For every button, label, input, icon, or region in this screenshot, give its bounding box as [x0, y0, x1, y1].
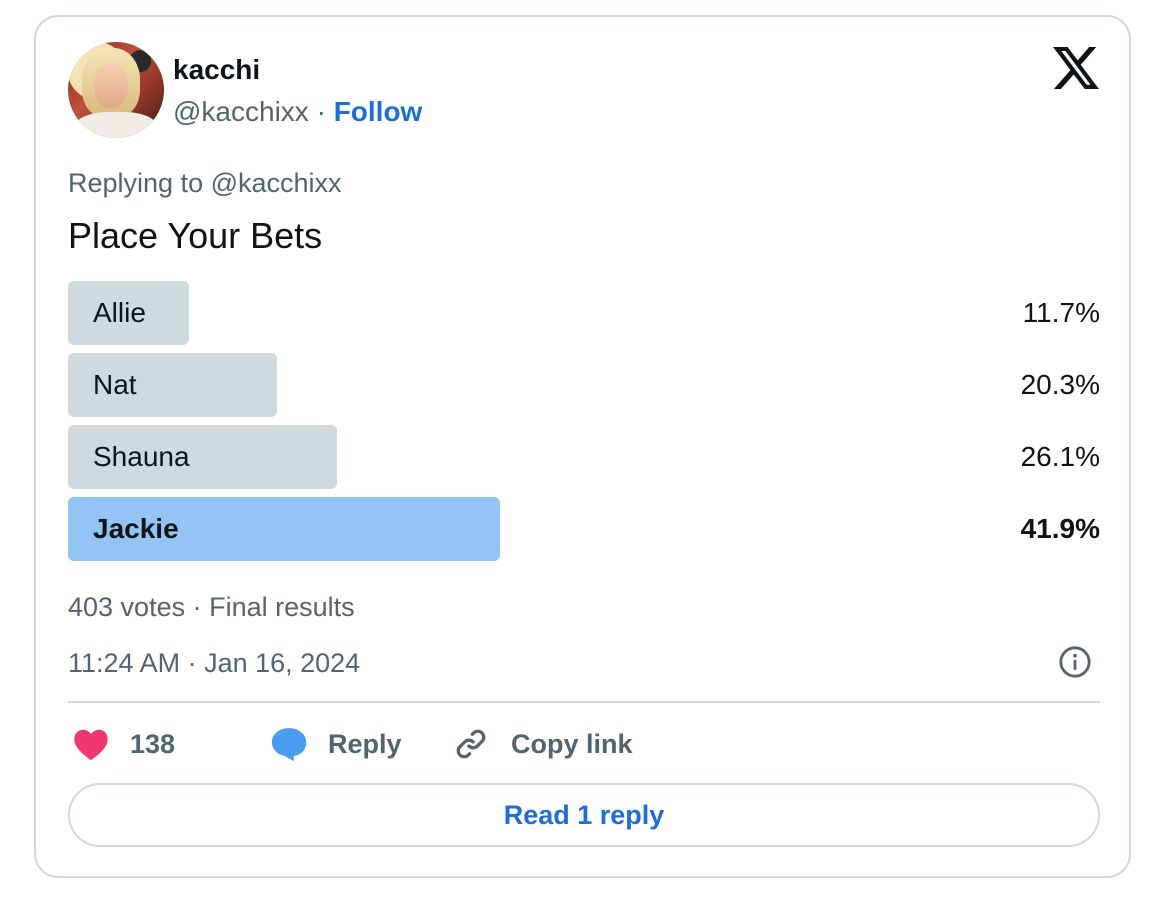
reply-label: Reply	[328, 728, 402, 759]
link-icon	[456, 729, 486, 759]
divider	[68, 701, 1100, 703]
poll-summary: 403 votes · Final results	[68, 592, 355, 622]
tweet-card: kacchi @kacchixx · Follow Replying to @k…	[34, 15, 1131, 878]
poll-option: Allie 11.7%	[68, 281, 1100, 345]
avatar-shirt	[74, 112, 158, 138]
replying-to[interactable]: Replying to @kacchixx	[68, 167, 342, 199]
reply-bubble-icon	[271, 728, 307, 762]
poll: Allie 11.7% Nat 20.3% Shauna 26.1% Jackie 41.9%	[68, 281, 1100, 569]
action-bar: 138 Reply Copy link	[68, 722, 1100, 766]
poll-option-percent: 20.3%	[1020, 369, 1100, 400]
heart-icon	[74, 729, 108, 761]
poll-option-percent: 26.1%	[1020, 441, 1100, 472]
handle-separator: ·	[316, 96, 326, 127]
like-button[interactable]: 138	[72, 722, 175, 766]
avatar-face	[94, 64, 128, 108]
tweet-timestamp[interactable]: 11:24 AM · Jan 16, 2024	[68, 647, 360, 679]
poll-option: Jackie 41.9%	[68, 497, 1100, 561]
poll-option-percent: 41.9%	[1020, 513, 1100, 544]
author-handle[interactable]: @kacchixx	[173, 96, 309, 127]
info-icon[interactable]	[1058, 645, 1092, 679]
author-name[interactable]: kacchi	[173, 53, 260, 87]
poll-option-label: Jackie	[93, 513, 179, 544]
copy-link-label: Copy link	[511, 728, 633, 759]
avatar[interactable]	[68, 42, 164, 138]
reply-button[interactable]: Reply	[270, 722, 402, 766]
copy-link-button[interactable]: Copy link	[453, 722, 633, 766]
poll-option-label: Shauna	[93, 441, 190, 472]
poll-question: Place Your Bets	[68, 215, 323, 256]
x-logo-icon[interactable]	[1053, 47, 1099, 89]
poll-option: Shauna 26.1%	[68, 425, 1100, 489]
author-handle-row: @kacchixx · Follow	[173, 95, 422, 129]
poll-option-label: Allie	[93, 297, 146, 328]
poll-option-label: Nat	[93, 369, 137, 400]
like-count: 138	[130, 728, 176, 759]
poll-option: Nat 20.3%	[68, 353, 1100, 417]
read-replies-button[interactable]: Read 1 reply	[68, 783, 1100, 847]
follow-button[interactable]: Follow	[334, 96, 423, 127]
poll-option-percent: 11.7%	[1022, 297, 1100, 328]
